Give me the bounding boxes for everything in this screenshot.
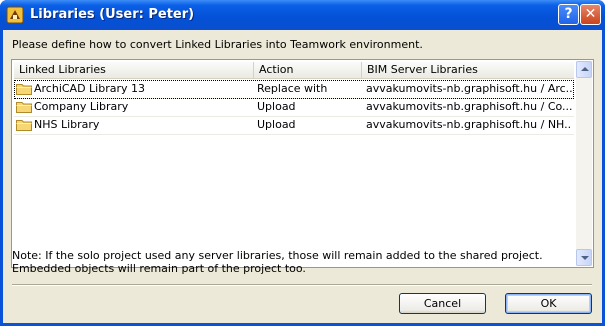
server-library[interactable]: avvakumovits-nb.graphisoft.hu / Arc... xyxy=(366,80,572,98)
help-button[interactable]: ? xyxy=(558,4,579,25)
table-row[interactable]: ArchiCAD Library 13 Replace with avvakum… xyxy=(14,80,574,99)
separator xyxy=(12,284,592,286)
scroll-up-button[interactable] xyxy=(576,61,592,78)
library-action[interactable]: Upload xyxy=(257,98,361,116)
folder-icon xyxy=(16,84,32,95)
archicad-app-icon xyxy=(6,6,24,24)
ok-button[interactable]: OK xyxy=(505,293,592,314)
note-text: Note: If the solo project used any serve… xyxy=(12,249,543,275)
table-row[interactable]: Company Library Upload avvakumovits-nb.g… xyxy=(14,98,574,117)
library-name: ArchiCAD Library 13 xyxy=(34,82,146,95)
cancel-button[interactable]: Cancel xyxy=(399,293,486,314)
column-header-action[interactable]: Action xyxy=(254,62,362,78)
table-row[interactable]: NHS Library Upload avvakumovits-nb.graph… xyxy=(14,116,574,135)
chevron-up-icon xyxy=(581,67,589,71)
column-header-bim-server-libraries[interactable]: BIM Server Libraries xyxy=(362,62,574,78)
library-name: Company Library xyxy=(34,100,129,113)
server-library[interactable]: avvakumovits-nb.graphisoft.hu / NH... xyxy=(366,116,572,134)
library-name: NHS Library xyxy=(34,118,100,131)
column-header-linked-libraries[interactable]: Linked Libraries xyxy=(14,62,254,78)
window-title: Libraries (User: Peter) xyxy=(30,7,195,22)
server-library[interactable]: avvakumovits-nb.graphisoft.hu / Co... xyxy=(366,98,572,116)
libraries-list[interactable]: Linked Libraries Action BIM Server Libra… xyxy=(11,59,594,268)
dialog-window: Libraries (User: Peter) ? ✕ Please defin… xyxy=(0,0,605,326)
folder-icon xyxy=(16,120,32,131)
dialog-body: Please define how to convert Linked Libr… xyxy=(3,30,602,323)
folder-icon xyxy=(16,102,32,113)
close-button[interactable]: ✕ xyxy=(580,4,601,25)
title-bar[interactable]: Libraries (User: Peter) ? ✕ xyxy=(0,0,605,30)
instruction-text: Please define how to convert Linked Libr… xyxy=(12,38,423,51)
vertical-scrollbar[interactable] xyxy=(576,61,592,266)
list-header: Linked Libraries Action BIM Server Libra… xyxy=(14,62,574,79)
library-action[interactable]: Replace with xyxy=(257,80,361,98)
library-action[interactable]: Upload xyxy=(257,116,361,134)
